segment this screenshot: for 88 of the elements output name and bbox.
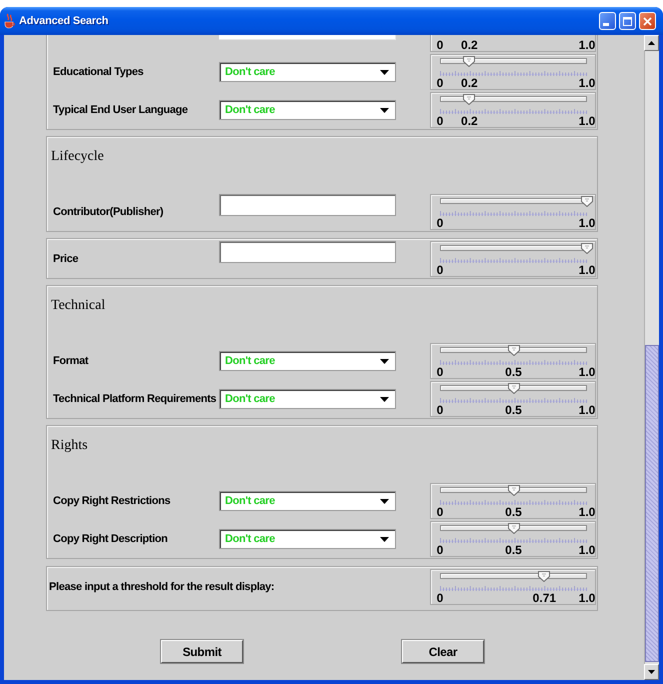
caret-down-icon bbox=[380, 396, 389, 402]
scale-label: 0 bbox=[436, 217, 444, 229]
tick-scale-icon bbox=[440, 500, 587, 505]
tick-scale-icon bbox=[440, 71, 587, 76]
field-label: Format bbox=[53, 354, 88, 368]
text-field[interactable] bbox=[219, 194, 396, 216]
scale-label: 0 bbox=[436, 544, 444, 556]
scale-label: 0.5 bbox=[505, 366, 522, 378]
scrollbar-thumb[interactable] bbox=[645, 345, 659, 662]
scale-label: 0 bbox=[436, 39, 444, 51]
dropdown[interactable]: Don't care bbox=[219, 389, 396, 409]
slider-thumb[interactable] bbox=[581, 243, 593, 254]
coffee-cup-icon bbox=[4, 13, 15, 29]
field-label: Typical End User Language bbox=[53, 104, 188, 116]
slider-thumb[interactable] bbox=[538, 571, 550, 582]
caret-down-icon bbox=[380, 536, 389, 542]
text-field[interactable] bbox=[219, 241, 396, 263]
scale-label: 0.2 bbox=[461, 115, 478, 127]
dropdown[interactable]: Don't care bbox=[219, 491, 396, 511]
scale-label: 1.0 bbox=[578, 217, 596, 229]
dropdown[interactable]: Don't care bbox=[219, 100, 396, 120]
dropdown[interactable]: Don't care bbox=[219, 62, 396, 82]
scale-label: 1.0 bbox=[578, 404, 596, 416]
scale-label: 1.0 bbox=[578, 39, 596, 51]
field-label: Copy Right Restrictions bbox=[53, 494, 170, 508]
tick-scale-icon bbox=[440, 360, 587, 365]
section-title: Lifecycle bbox=[51, 149, 104, 165]
clear-button[interactable]: Clear bbox=[402, 640, 484, 663]
slider-thumb[interactable] bbox=[581, 196, 593, 207]
field-label: Contributor(Publisher) bbox=[53, 206, 164, 218]
scale-label: 0.5 bbox=[505, 544, 522, 556]
caret-up-icon bbox=[648, 41, 655, 45]
tick-scale-icon bbox=[440, 586, 587, 591]
input-field[interactable] bbox=[219, 35, 396, 40]
scale-label: 1.0 bbox=[578, 544, 596, 556]
caret-down-icon bbox=[380, 358, 389, 364]
minimize-button[interactable] bbox=[599, 12, 616, 30]
tick-scale-icon bbox=[440, 538, 587, 543]
scale-label: 0 bbox=[436, 506, 444, 518]
close-button[interactable] bbox=[639, 12, 656, 30]
scale-label: 0 bbox=[436, 592, 444, 604]
scroll-down-button[interactable] bbox=[644, 664, 659, 680]
scale-label: 1.0 bbox=[578, 115, 596, 127]
slider-thumb[interactable] bbox=[508, 485, 520, 496]
scale-label: 1.0 bbox=[578, 366, 596, 378]
dropdown[interactable]: Don't care bbox=[219, 529, 396, 549]
maximize-button[interactable] bbox=[619, 12, 636, 30]
caret-down-icon bbox=[648, 670, 655, 674]
field-label: Please input a threshold for the result display: bbox=[49, 580, 274, 594]
slider-thumb[interactable] bbox=[463, 94, 476, 105]
scale-label: 0 bbox=[436, 366, 444, 378]
scale-label: 1.0 bbox=[578, 506, 596, 518]
dropdown[interactable]: Don't care bbox=[219, 351, 396, 371]
slider-thumb[interactable] bbox=[508, 383, 520, 394]
field-label: Technical Platform Requirements bbox=[53, 392, 216, 406]
scale-label: 0.2 bbox=[461, 39, 478, 51]
submit-button[interactable]: Submit bbox=[161, 640, 243, 663]
close-icon bbox=[643, 16, 652, 26]
caret-down-icon bbox=[380, 70, 389, 74]
scale-label: 0 bbox=[436, 404, 444, 416]
section-title: Rights bbox=[51, 438, 88, 454]
minimize-icon bbox=[603, 23, 609, 26]
tick-scale-icon bbox=[440, 398, 587, 403]
section-title: Technical bbox=[51, 298, 106, 314]
tick-scale-icon bbox=[440, 258, 587, 263]
field-label: Price bbox=[53, 252, 78, 266]
scale-label: 1.0 bbox=[578, 264, 596, 276]
scale-label: 1.0 bbox=[578, 77, 596, 89]
scale-label: 0 bbox=[436, 264, 444, 276]
scale-label: 0.71 bbox=[532, 592, 556, 604]
window-title: Advanced Search bbox=[19, 14, 108, 28]
slider-thumb[interactable] bbox=[508, 523, 520, 534]
tick-scale-icon bbox=[440, 211, 587, 216]
caret-down-icon bbox=[380, 498, 389, 504]
scale-label: 0.2 bbox=[461, 77, 478, 89]
slider-thumb[interactable] bbox=[508, 345, 520, 356]
slider-thumb[interactable] bbox=[463, 56, 476, 67]
field-label: Copy Right Description bbox=[53, 532, 168, 546]
scale-label: 0 bbox=[436, 115, 444, 127]
scale-label: 0.5 bbox=[505, 506, 522, 518]
caret-down-icon bbox=[380, 108, 389, 112]
scale-label: 0.5 bbox=[505, 404, 522, 416]
scale-label: 1.0 bbox=[578, 592, 596, 604]
scale-label: 0 bbox=[436, 77, 444, 89]
field-label: Educational Types bbox=[53, 66, 144, 78]
scroll-up-button[interactable] bbox=[644, 35, 659, 51]
tick-scale-icon bbox=[440, 109, 587, 114]
maximize-icon bbox=[623, 16, 632, 26]
